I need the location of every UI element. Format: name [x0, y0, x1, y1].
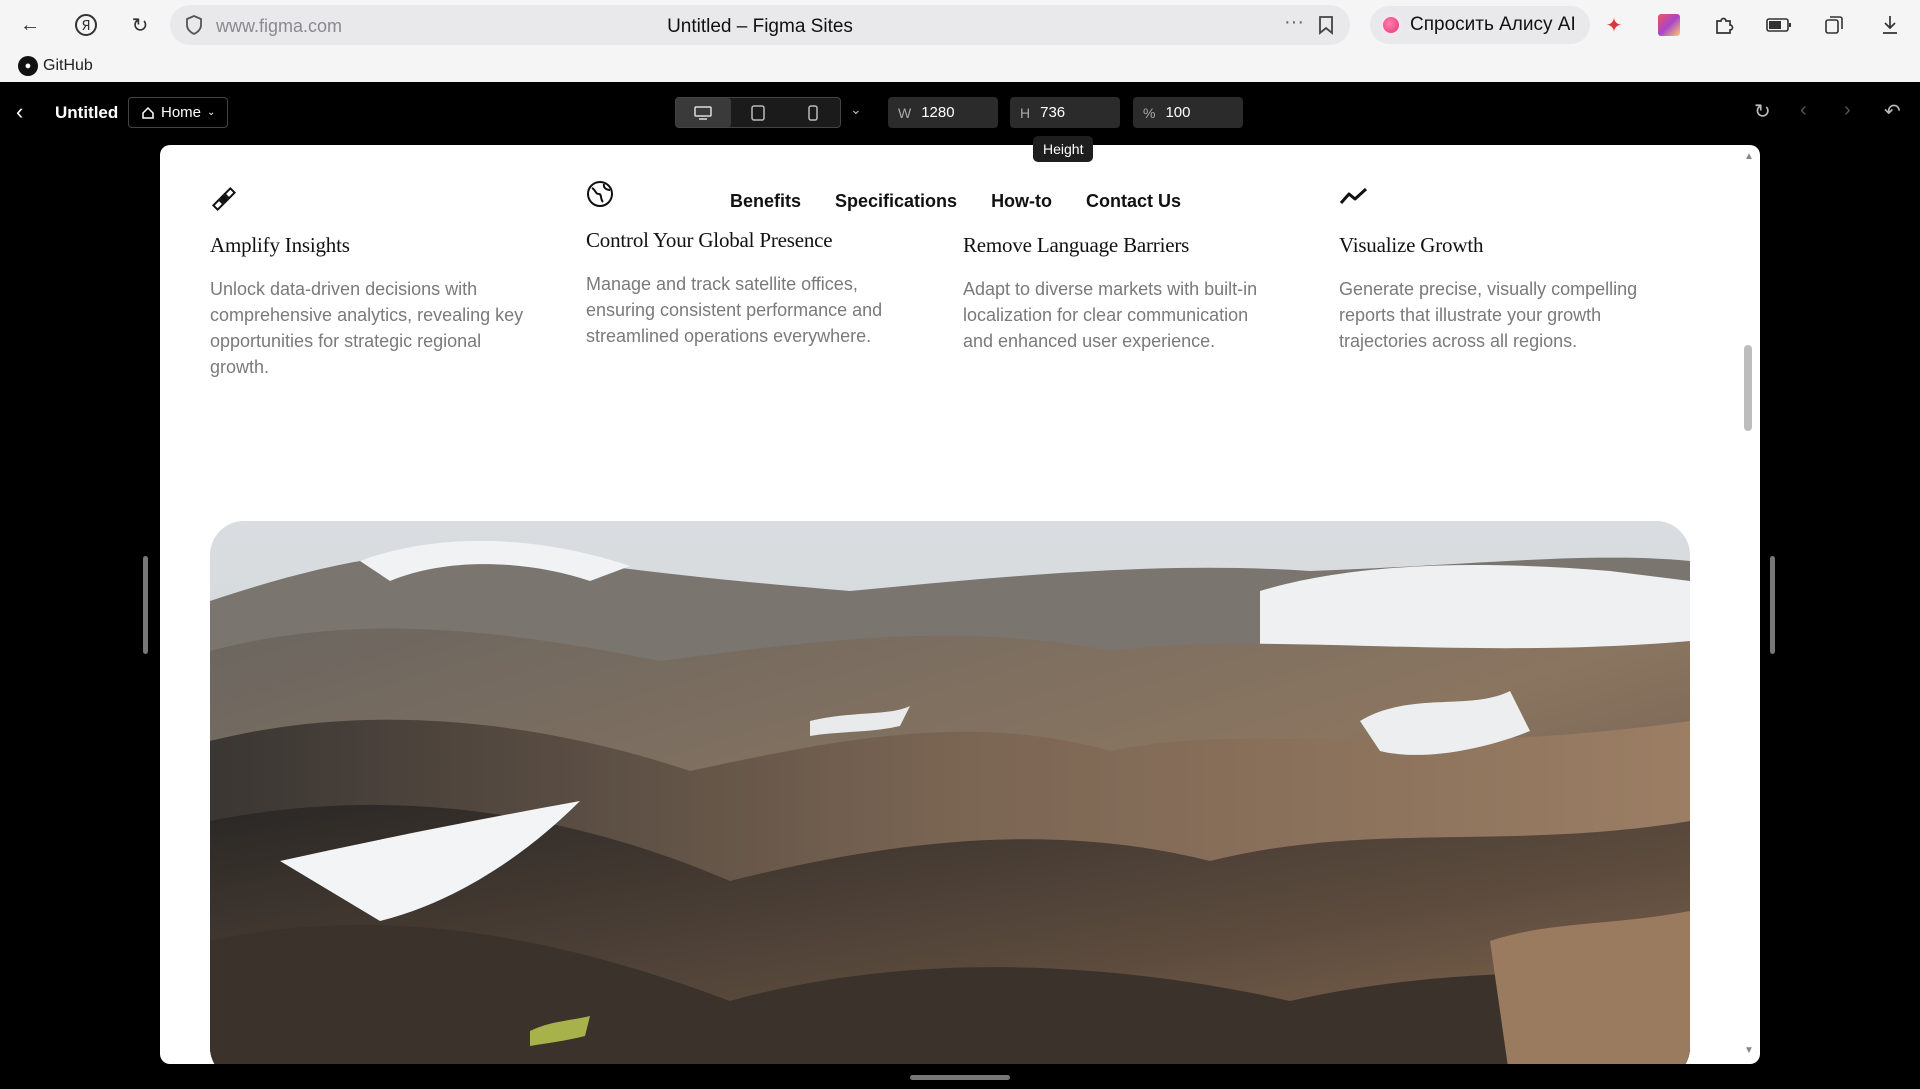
satellite-icon: [210, 185, 530, 219]
nav-forward-icon[interactable]: ›: [1844, 99, 1851, 122]
nav-back-icon[interactable]: ‹: [1800, 99, 1807, 122]
page-selector[interactable]: Home ⌄: [128, 97, 229, 128]
width-field[interactable]: W 1280: [888, 97, 998, 128]
feature-title: Control Your Global Presence: [586, 228, 833, 252]
feature-title: Remove Language Barriers: [963, 233, 1190, 257]
figma-toolbar: ‹ Untitled Home ⌄ ⌄ W 1280 H 736 % 100 ↻…: [0, 82, 1920, 142]
height-field[interactable]: H 736: [1010, 97, 1120, 128]
ask-alice-button[interactable]: Спросить Алису AI: [1370, 6, 1590, 44]
hero-mountain-image: [210, 521, 1690, 1064]
more-icon[interactable]: ···: [1284, 11, 1304, 34]
file-name: Untitled: [55, 103, 119, 122]
extension-gradient-icon[interactable]: [1655, 11, 1683, 39]
height-tooltip: Height: [1033, 136, 1094, 162]
left-resize-handle[interactable]: [143, 556, 148, 654]
vertical-scrollbar-thumb[interactable]: [1744, 345, 1752, 431]
address-bar[interactable]: www.figma.com Untitled – Figma Sites ···: [170, 5, 1350, 45]
bottom-resize-handle[interactable]: [910, 1075, 1010, 1080]
mobile-view-button[interactable]: [785, 98, 840, 127]
alice-icon: [1380, 14, 1402, 36]
nav-how-to[interactable]: How-to: [991, 191, 1052, 212]
collections-icon[interactable]: [1820, 11, 1848, 39]
home-icon: [142, 106, 154, 119]
yandex-logo-icon[interactable]: Я: [72, 11, 100, 39]
site-nav: Benefits Specifications How-to Contact U…: [730, 191, 1181, 212]
feature-visualize-growth: Visualize Growth Generate precise, visua…: [1339, 185, 1659, 354]
feature-title: Visualize Growth: [1339, 233, 1484, 257]
chevron-down-icon: ⌄: [207, 107, 216, 118]
github-icon: ●: [18, 56, 38, 76]
desktop-icon: [694, 105, 713, 120]
feature-text: Unlock data-driven decisions with compre…: [210, 279, 524, 377]
feature-amplify-insights: Amplify Insights Unlock data-driven deci…: [210, 185, 530, 380]
tablet-icon: [751, 104, 765, 121]
scroll-up-arrow-icon[interactable]: ▲: [1744, 151, 1754, 162]
width-value: 1280: [921, 104, 955, 121]
height-value: 736: [1040, 104, 1066, 121]
battery-icon: [1765, 11, 1793, 39]
github-label: GitHub: [43, 57, 93, 74]
scroll-down-arrow-icon[interactable]: ▼: [1744, 1045, 1754, 1056]
device-switcher: [675, 97, 841, 128]
trend-line-icon: [1339, 185, 1659, 219]
tablet-view-button[interactable]: [731, 98, 786, 127]
svg-text:Я: Я: [81, 19, 90, 34]
width-label: W: [898, 104, 912, 121]
bookmark-icon[interactable]: [1312, 11, 1340, 39]
zoom-value: 100: [1165, 104, 1191, 121]
back-chevron-icon[interactable]: ‹: [16, 99, 23, 125]
alice-label: Спросить Алису AI: [1410, 14, 1576, 35]
mobile-icon: [807, 104, 818, 121]
puzzle-icon[interactable]: [1710, 11, 1738, 39]
reload-icon[interactable]: ↻: [126, 11, 154, 39]
zoom-label: %: [1143, 104, 1156, 121]
nav-benefits[interactable]: Benefits: [730, 191, 801, 212]
site-preview-canvas: Benefits Specifications How-to Contact U…: [160, 145, 1760, 1064]
nav-specifications[interactable]: Specifications: [835, 191, 957, 212]
nav-contact-us[interactable]: Contact Us: [1086, 191, 1181, 212]
feature-text: Manage and track satellite offices, ensu…: [586, 274, 883, 346]
undo-icon[interactable]: ↶: [1884, 99, 1901, 124]
refresh-icon[interactable]: ↻: [1754, 99, 1771, 124]
browser-toolbar: ← Я ↻ www.figma.com Untitled – Figma Sit…: [0, 0, 1920, 50]
download-icon[interactable]: [1876, 11, 1904, 39]
github-bookmark[interactable]: ● GitHub: [18, 56, 93, 76]
back-arrow-icon[interactable]: ←: [16, 11, 44, 39]
feature-title: Amplify Insights: [210, 233, 350, 257]
extension-dragon-icon[interactable]: ✦: [1600, 11, 1628, 39]
device-chevron-icon[interactable]: ⌄: [850, 101, 862, 118]
right-resize-handle[interactable]: [1770, 556, 1775, 654]
feature-text: Generate precise, visually compelling re…: [1339, 279, 1638, 351]
feature-text: Adapt to diverse markets with built-in l…: [963, 279, 1258, 351]
height-label: H: [1020, 104, 1031, 121]
page-name: Home: [161, 104, 202, 121]
tab-title: Untitled – Figma Sites: [667, 16, 853, 37]
bookmarks-bar: ● GitHub: [0, 50, 1920, 82]
zoom-field[interactable]: % 100: [1133, 97, 1243, 128]
desktop-view-button[interactable]: [676, 98, 731, 127]
